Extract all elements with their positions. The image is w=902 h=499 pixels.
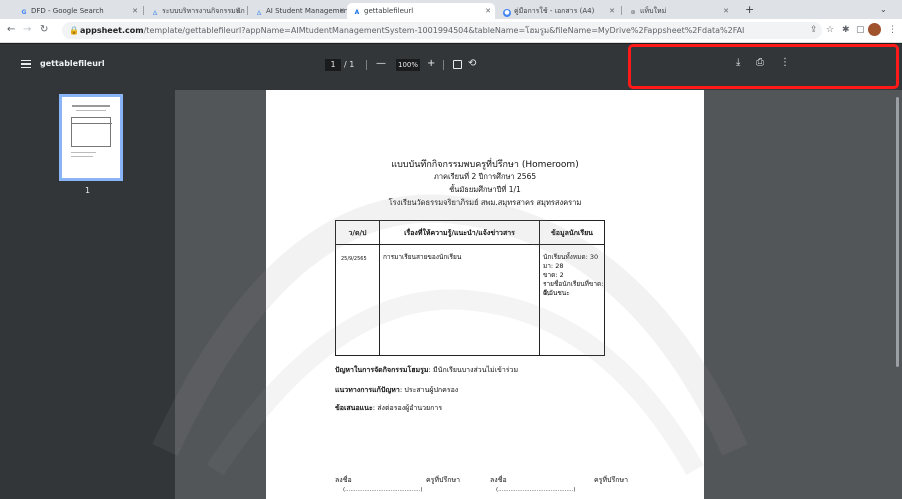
- zoom-in-button[interactable]: +: [427, 58, 435, 70]
- suggestion-label: ข้อเสนอแนะ: [335, 404, 373, 412]
- tab-label: ระบบบริหารงานกิจกรรมนักเรียน: [162, 7, 245, 15]
- signature-1-label: ลงชื่อ: [335, 476, 352, 484]
- signature-2-blank: (.......................................…: [496, 487, 576, 493]
- address-bar[interactable]: 🔒 appsheet.com/template/gettablefileurl?…: [62, 22, 822, 39]
- cell-topic: การมาเรียนสายของนักเรียน: [383, 253, 462, 261]
- close-tab-icon[interactable]: ✕: [609, 3, 615, 19]
- lock-icon: 🔒: [69, 26, 79, 35]
- reload-icon[interactable]: ↻: [40, 23, 48, 37]
- zoom-out-button[interactable]: —: [376, 58, 386, 70]
- thumbnail-page-number: 1: [85, 186, 91, 195]
- cell-student-total: นักเรียนทั้งหมด: 30: [543, 253, 599, 261]
- profile-avatar[interactable]: [868, 23, 881, 36]
- tab-label: แท็บใหม่: [640, 7, 667, 15]
- document-semester: ภาคเรียนที่ 2 ปีการศึกษา 2565: [433, 172, 537, 181]
- page-thumbnail[interactable]: [59, 94, 123, 181]
- close-tab-icon[interactable]: ✕: [339, 3, 345, 19]
- rotate-icon[interactable]: ⟲: [468, 58, 476, 70]
- bookmark-star-icon[interactable]: ☆: [826, 24, 834, 36]
- tab-ai-student-management[interactable]: ◬ AI Student Management S ✕: [249, 3, 349, 19]
- tab-label: คู่มือการใช้ - เอกสาร (A4): [514, 7, 595, 15]
- browser-toolbar: ← → ↻ 🔒 appsheet.com/template/gettablefi…: [0, 19, 902, 43]
- back-icon[interactable]: ←: [7, 23, 15, 37]
- tab-label: gettablefileurl: [364, 7, 414, 15]
- column-header-date: ว/ด/ป: [348, 229, 367, 237]
- tab-student-activity-system[interactable]: ◬ ระบบบริหารงานกิจกรรมนักเรียน ✕: [145, 3, 245, 19]
- browser-tab-strip: G DFD - Google Search ✕ ◬ ระบบบริหารงานกิจ…: [0, 0, 902, 19]
- address-domain: appsheet.com: [80, 26, 144, 35]
- tab-gettablefileurl[interactable]: Agettablefileurl ✕: [347, 3, 495, 19]
- suggestion-text: : ส่งต่อรองผู้อำนวยการ: [372, 404, 443, 412]
- close-tab-icon[interactable]: ✕: [235, 3, 241, 19]
- tab-search-button[interactable]: ⌄: [880, 3, 887, 17]
- pdf-title: gettablefileurl: [40, 59, 105, 68]
- appsheet-a-icon: A: [354, 9, 360, 16]
- solution-note: แนวทางการแก้ปัญหา: ประสานผู้ปกครอง: [335, 385, 458, 396]
- tab-divider: [621, 6, 622, 15]
- solution-label: แนวทางการแก้ปัญหา: [335, 386, 400, 394]
- close-tab-icon[interactable]: ✕: [485, 3, 491, 19]
- problem-label: ปัญหาในการจัดกิจกรรมโฮมรูม: [335, 366, 429, 374]
- tab-dfd-google-search[interactable]: G DFD - Google Search ✕: [14, 3, 142, 19]
- red-highlight-box: [628, 44, 899, 89]
- page-total: / 1: [344, 60, 355, 69]
- tab-user-manual[interactable]: ● คู่มือการใช้ - เอกสาร (A4) ✕: [497, 3, 619, 19]
- document-content: แบบบันทึกกิจกรรมพบครูที่ปรึกษา (Homeroom…: [266, 90, 704, 499]
- hamburger-menu-icon[interactable]: [21, 60, 31, 68]
- problem-text: : มีนักเรียนบางส่วนไม่เข้าร่วม: [428, 366, 519, 374]
- document-title: แบบบันทึกกิจกรรมพบครูที่ปรึกษา (Homeroom…: [391, 160, 579, 170]
- fit-page-icon[interactable]: [453, 60, 462, 69]
- forward-icon[interactable]: →: [23, 23, 31, 37]
- appsheet-icon: ◬: [256, 9, 262, 16]
- signature-1-blank: (.......................................…: [343, 487, 423, 493]
- share-icon[interactable]: ⇪: [810, 24, 818, 36]
- document-school: โรงเรียนวัดธรรมจริยาภิรมย์ สพม.สมุทรสาคร…: [388, 198, 582, 207]
- new-tab-icon: ⊛: [630, 9, 636, 16]
- tab-label: AI Student Management S: [266, 7, 349, 15]
- problem-note: ปัญหาในการจัดกิจกรรมโฮมรูม: มีนักเรียนบา…: [335, 365, 518, 376]
- solution-text: : ประสานผู้ปกครอง: [399, 386, 459, 394]
- google-icon: G: [21, 9, 27, 16]
- document-grade: ชั้นมัธยมศึกษาปีที่ 1/1: [449, 185, 521, 194]
- side-panel-icon[interactable]: ▢: [856, 24, 865, 36]
- toolbar-divider: [443, 60, 444, 70]
- cell-student-absent: ขาด: 2: [543, 271, 564, 279]
- close-tab-icon[interactable]: ✕: [723, 3, 729, 19]
- chrome-menu-icon[interactable]: ⋮: [888, 24, 897, 36]
- new-tab-button[interactable]: +: [745, 3, 754, 17]
- extensions-icon[interactable]: ✱: [842, 24, 850, 36]
- scrollbar-thumb[interactable]: [896, 97, 899, 367]
- cell-date: 25/9/2565: [341, 256, 367, 262]
- column-header-topic: เรื่องที่ให้ความรู้/แนะนำ/แจ้งข่าวสาร: [404, 229, 515, 237]
- cell-student-present: มา: 28: [543, 262, 564, 270]
- address-path: /template/gettablefileurl?appName=AIMtud…: [143, 26, 745, 35]
- tab-label: DFD - Google Search: [31, 7, 104, 15]
- tab-divider: [247, 6, 248, 15]
- appsheet-icon: ◬: [152, 9, 158, 16]
- suggestion-note: ข้อเสนอแนะ: ส่งต่อรองผู้อำนวยการ: [335, 403, 442, 414]
- close-tab-icon[interactable]: ✕: [132, 3, 138, 19]
- signature-2-role: ครูที่ปรึกษา: [594, 476, 629, 484]
- tab-new-tab[interactable]: ⊛ แท็บใหม่ ✕: [623, 3, 733, 19]
- chrome-icon: ●: [503, 9, 511, 17]
- cell-absent-names-cont: ดี,วันชนะ: [543, 289, 570, 297]
- column-header-student-info: ข้อมูลนักเรียน: [551, 229, 593, 237]
- tab-divider: [143, 6, 144, 15]
- page-number-input[interactable]: 1: [325, 59, 341, 71]
- zoom-level-input[interactable]: 100%: [396, 59, 420, 71]
- signature-2-label: ลงชื่อ: [490, 476, 507, 484]
- homeroom-table: ว/ด/ป เรื่องที่ให้ความรู้/แนะนำ/แจ้งข่าว…: [335, 220, 605, 356]
- signature-1-role: ครูที่ปรึกษา: [426, 476, 461, 484]
- toolbar-divider: [366, 60, 367, 70]
